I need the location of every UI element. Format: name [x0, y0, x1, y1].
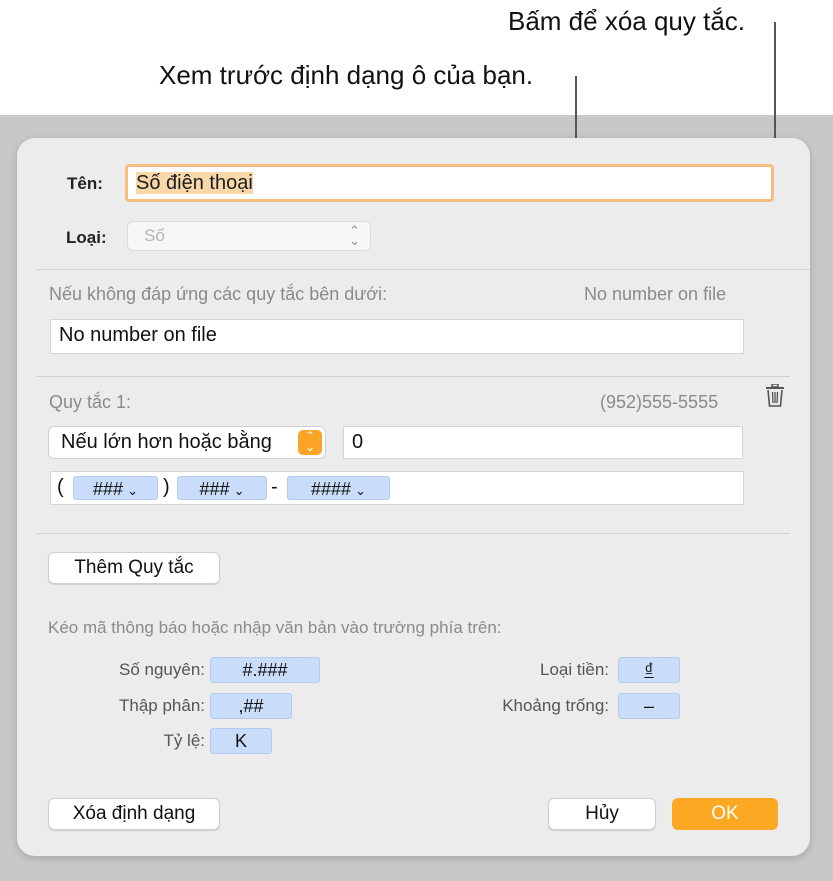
- pattern-dash: -: [271, 476, 278, 498]
- name-input[interactable]: Số điện thoại: [125, 164, 774, 202]
- scale-label: Tỷ lệ:: [163, 731, 205, 750]
- updown-chevron-icon: ⌃ ⌄: [349, 223, 360, 248]
- token-label: ###: [93, 479, 124, 499]
- pattern-open-paren: (: [57, 476, 64, 498]
- updown-chevron-icon: ⌃ ⌄: [298, 430, 322, 455]
- type-label: Loại:: [66, 228, 107, 247]
- chevron-down-icon: ⌄: [355, 483, 366, 498]
- ok-button[interactable]: OK: [672, 798, 778, 830]
- hint-text: Kéo mã thông báo hoặc nhập văn bản vào t…: [48, 618, 502, 637]
- add-rule-button[interactable]: Thêm Quy tắc: [48, 552, 220, 584]
- type-value: Số: [144, 226, 165, 245]
- fallback-input[interactable]: No number on file: [50, 319, 744, 354]
- rule-title: Quy tắc 1:: [49, 392, 132, 412]
- rule-value: 0: [352, 431, 364, 453]
- token-label: ####: [311, 479, 352, 499]
- chevron-down-icon: ⌄: [233, 483, 245, 498]
- space-label: Khoảng trống:: [502, 696, 609, 715]
- token-digits[interactable]: ### ⌄: [73, 476, 158, 500]
- token-scale[interactable]: K: [210, 728, 272, 754]
- trash-icon[interactable]: [765, 383, 785, 408]
- cancel-button[interactable]: Hủy: [548, 798, 656, 830]
- divider: [37, 376, 790, 377]
- token-digits[interactable]: ### ⌄: [177, 476, 267, 500]
- rule-preview: (952)555-5555: [600, 392, 719, 412]
- fallback-preview: No number on file: [584, 284, 727, 304]
- token-integer[interactable]: #.###: [210, 657, 320, 683]
- token-label: ###: [199, 479, 230, 499]
- divider: [37, 269, 810, 270]
- decimal-label: Thập phân:: [118, 696, 205, 715]
- divider: [37, 533, 790, 534]
- name-label: Tên:: [67, 174, 103, 193]
- clear-format-button[interactable]: Xóa định dạng: [48, 798, 220, 830]
- pattern-close-paren: ): [163, 476, 170, 498]
- fallback-label: Nếu không đáp ứng các quy tắc bên dưới:: [49, 284, 388, 304]
- chevron-down-icon: ⌄: [127, 483, 138, 498]
- token-decimal[interactable]: ,##: [210, 693, 292, 719]
- format-dialog: Tên: Số điện thoại Loại: Số ⌃ ⌄ Nếu không…: [17, 138, 810, 856]
- callout-preview-format: Xem trước định dạng ô của bạn.: [159, 60, 534, 90]
- type-select[interactable]: Số ⌃ ⌄: [127, 221, 371, 251]
- token-space[interactable]: –: [618, 693, 680, 719]
- callout-delete-rule: Bấm để xóa quy tắc.: [508, 6, 746, 36]
- name-value: Số điện thoại: [136, 172, 253, 194]
- token-currency[interactable]: ₫: [618, 657, 680, 683]
- rule-condition-select[interactable]: Nếu lớn hơn hoặc bằng ⌃ ⌄: [48, 426, 326, 459]
- rule-value-input[interactable]: 0: [343, 426, 743, 459]
- currency-label: Loại tiền:: [540, 660, 609, 679]
- rule-condition: Nếu lớn hơn hoặc bằng: [61, 431, 272, 453]
- fallback-value: No number on file: [59, 324, 217, 346]
- token-digits[interactable]: #### ⌄: [287, 476, 390, 500]
- integer-label: Số nguyên:: [118, 660, 205, 679]
